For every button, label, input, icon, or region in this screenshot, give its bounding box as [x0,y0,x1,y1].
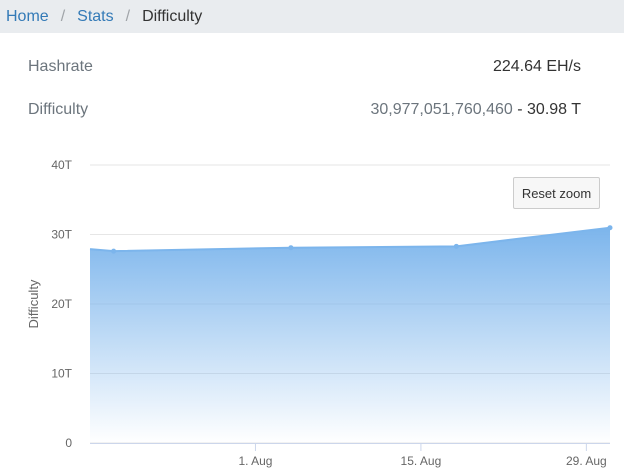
x-tick-label: 1. Aug [238,454,272,468]
breadcrumb-current: Difficulty [142,7,203,25]
data-point [111,248,117,254]
y-tick-label: 40T [51,158,72,172]
difficulty-short-value: - 30.98 T [512,101,581,118]
breadcrumb: Home / Stats / Difficulty [0,0,624,33]
y-tick-label: 10T [51,367,72,381]
series-area [90,227,610,443]
y-axis-title: Difficulty [26,279,41,328]
breadcrumb-separator: / [125,7,131,25]
hashrate-label: Hashrate [28,58,93,75]
difficulty-row: Difficulty 30,977,051,760,460 - 30.98 T [28,101,581,119]
y-tick-label: 30T [51,228,72,242]
breadcrumb-stats-link[interactable]: Stats [77,8,113,26]
data-point [607,225,613,231]
x-tick-label: 29. Aug [566,454,607,468]
data-point [288,245,294,251]
y-tick-label: 0 [65,436,72,450]
y-tick-label: 20T [51,297,72,311]
reset-zoom-button[interactable]: Reset zoom [513,177,600,209]
difficulty-value-group: 30,977,051,760,460 - 30.98 T [370,101,581,119]
breadcrumb-separator: / [60,7,66,25]
hashrate-row: Hashrate 224.64 EH/s [28,58,581,76]
hashrate-value: 224.64 EH/s [492,58,581,75]
x-tick-label: 15. Aug [401,454,442,468]
difficulty-label: Difficulty [28,101,89,118]
data-point [453,243,459,249]
difficulty-value: 30,977,051,760,460 [370,101,513,118]
breadcrumb-home-link[interactable]: Home [6,8,49,26]
